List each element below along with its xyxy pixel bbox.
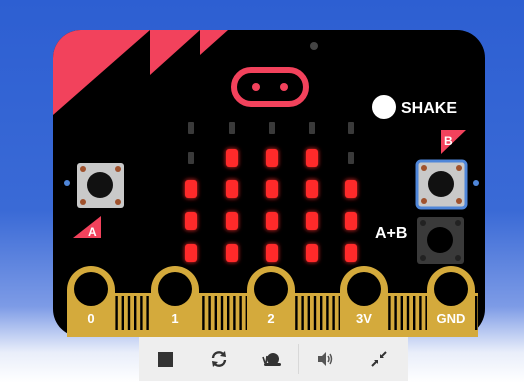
led-r0c0 (188, 122, 194, 134)
pin-hole (254, 272, 288, 306)
led-r2c0 (185, 180, 197, 198)
led-r1c2 (266, 149, 278, 167)
led-r4c2 (266, 244, 278, 262)
snail-icon (261, 353, 281, 366)
stop-icon (158, 351, 173, 367)
connector-tooth (307, 296, 310, 330)
connector-tooth (413, 296, 416, 330)
exit-fullscreen-button[interactable] (352, 337, 405, 381)
connector-tooth (295, 296, 298, 330)
connector-tooth (127, 296, 131, 330)
button-a-label: A (88, 225, 97, 239)
led-r0c4 (348, 122, 354, 134)
connector-tooth (140, 296, 143, 330)
led-r0c1 (229, 122, 235, 134)
pin-label: 1 (171, 311, 178, 326)
connector-tooth (394, 296, 397, 330)
led-r3c3 (306, 212, 318, 230)
connector-tooth (388, 296, 391, 330)
connector-tooth (233, 296, 236, 330)
connector-tooth (326, 296, 329, 330)
connector-tooth (332, 296, 335, 330)
pin-label: 2 (267, 311, 274, 326)
pin-label: 0 (87, 311, 94, 326)
led-r1c4 (348, 152, 354, 164)
connector-tooth (320, 296, 323, 330)
connector-tooth (202, 296, 205, 330)
mute-button[interactable] (299, 337, 352, 381)
pin-2[interactable]: 2 (247, 266, 295, 337)
slow-motion-button[interactable] (245, 337, 298, 381)
led-r2c2 (266, 180, 278, 198)
led-r1c0 (188, 152, 194, 164)
connector-tooth (400, 296, 403, 330)
pin-3v[interactable]: 3V (340, 266, 388, 337)
led-r3c4 (345, 212, 357, 230)
connector-tooth (121, 296, 124, 330)
led-r4c0 (185, 244, 197, 262)
led-r3c0 (185, 212, 197, 230)
board-sensor-dot (310, 42, 318, 50)
pin-hole (74, 272, 108, 306)
connector-tooth (220, 296, 224, 330)
button-ab-label: A+B (375, 225, 407, 242)
restart-button[interactable] (192, 337, 245, 381)
connector-tooth (115, 296, 118, 330)
connector-tooth (313, 296, 317, 330)
shake-label: SHAKE (401, 100, 457, 117)
connector-tooth (227, 296, 230, 330)
pin-label: 3V (356, 311, 372, 326)
pin-gnd[interactable]: GND (427, 266, 475, 337)
led-r2c4 (345, 180, 357, 198)
connector-tooth (239, 296, 242, 330)
connector-tooth (134, 296, 137, 330)
connector-tooth (419, 296, 422, 330)
led-r4c4 (345, 244, 357, 262)
led-r4c3 (306, 244, 318, 262)
button-b-label: B (444, 134, 453, 148)
led-r1c3 (306, 149, 318, 167)
simulator-toolbar (139, 337, 408, 381)
led-r1c1 (226, 149, 238, 167)
connector-tooth (146, 296, 149, 330)
connector-tooth (475, 296, 478, 330)
pin-label: GND (437, 311, 466, 326)
pin-hole (347, 272, 381, 306)
pin-1[interactable]: 1 (151, 266, 199, 337)
restart-icon (211, 351, 226, 367)
connector-tooth (208, 296, 211, 330)
connector-tooth (214, 296, 217, 330)
compress-icon (370, 351, 387, 367)
stop-button[interactable] (139, 337, 192, 381)
led-r3c2 (266, 212, 278, 230)
led-r0c3 (309, 122, 315, 134)
connector-tooth (406, 296, 410, 330)
pin-hole (434, 272, 468, 306)
led-r2c3 (306, 180, 318, 198)
pin-0[interactable]: 0 (67, 266, 115, 337)
connector-tooth (301, 296, 304, 330)
volume-icon (317, 352, 332, 366)
pin-hole (158, 272, 192, 306)
led-r2c1 (226, 180, 238, 198)
led-r0c2 (269, 122, 275, 134)
microbit-simulator: SHAKE A B A+B 0 1 2 3V GND (53, 30, 485, 337)
led-r4c1 (226, 244, 238, 262)
led-r3c1 (226, 212, 238, 230)
